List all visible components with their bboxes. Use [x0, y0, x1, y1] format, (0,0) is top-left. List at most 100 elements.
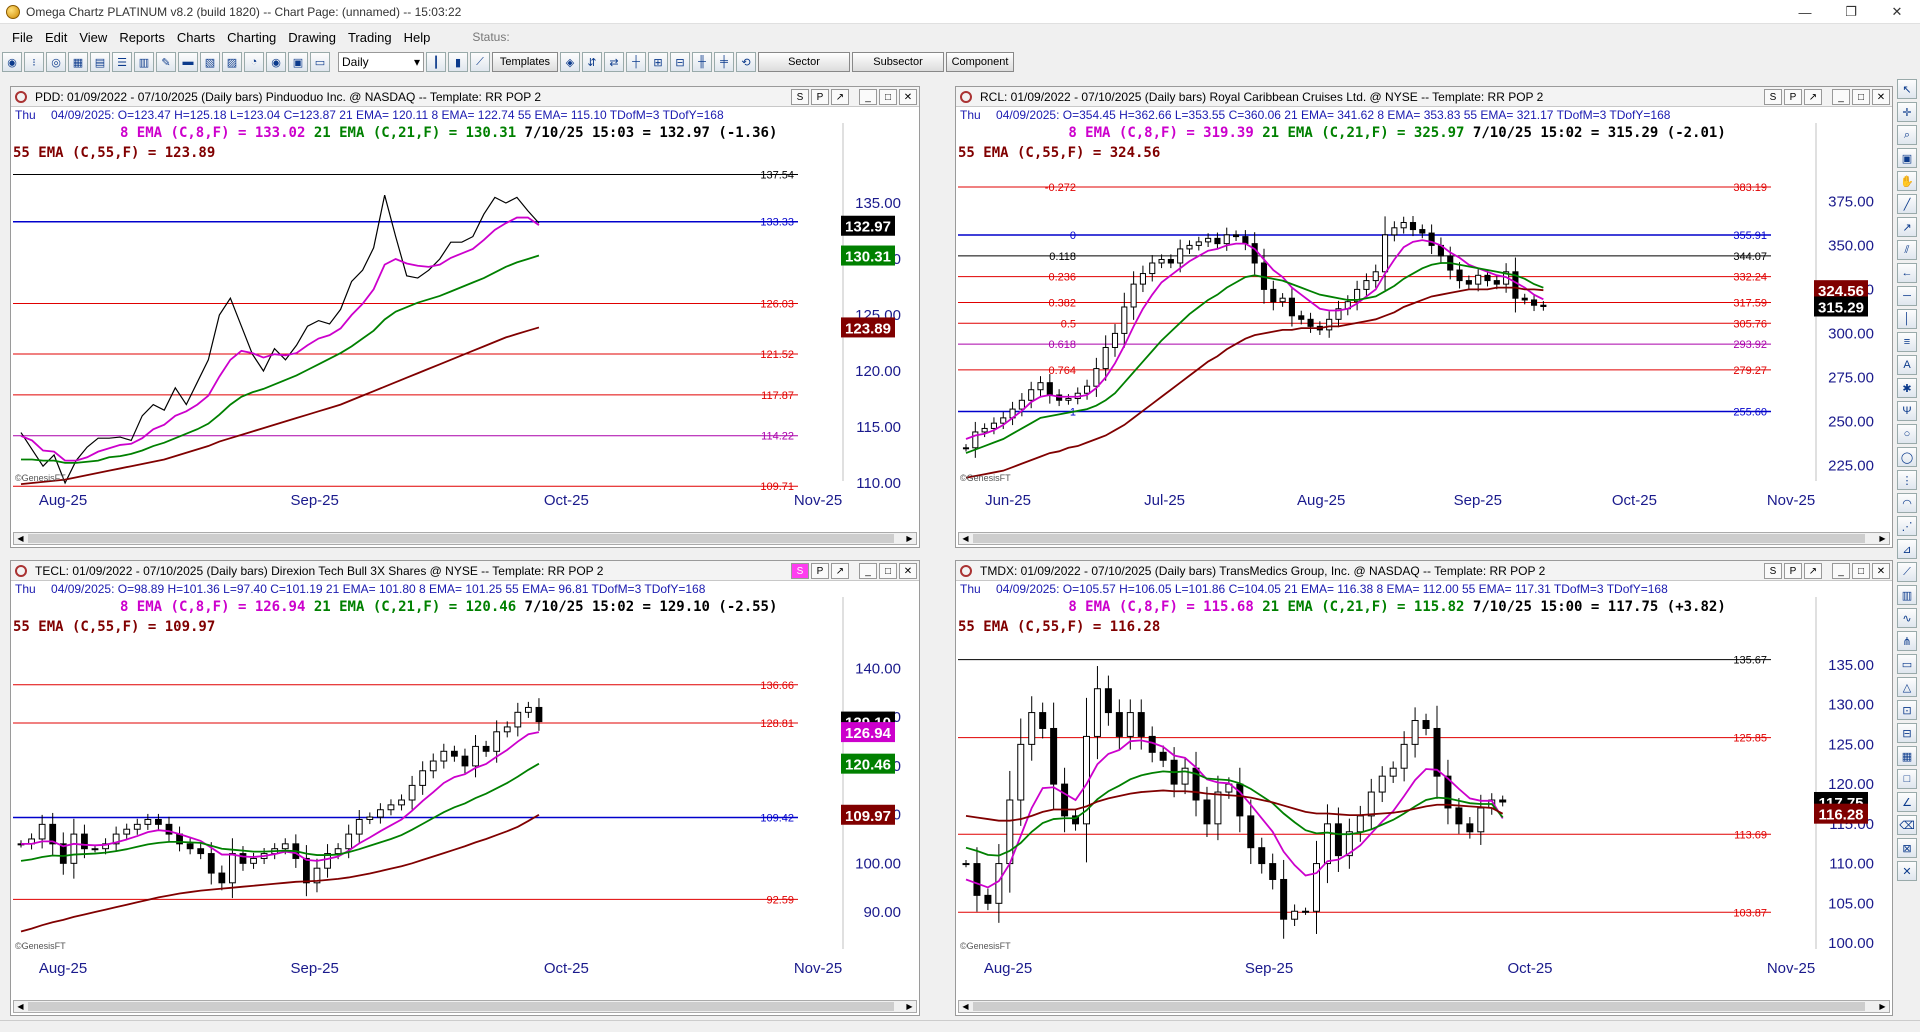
panel-link-button[interactable]: ↗ — [1804, 563, 1822, 579]
minimize-button[interactable]: — — [1782, 0, 1828, 24]
fib-icon[interactable]: ≡ — [1897, 332, 1917, 352]
price-chart[interactable]: 136.66 128.81 109.42 92.59 8 EMA (C,8,F) = 1… — [11, 597, 919, 979]
panel-close-button[interactable]: ✕ — [1872, 563, 1890, 579]
panel-minimize-button[interactable]: _ — [1832, 89, 1850, 105]
scrollbar-thumb[interactable] — [973, 1002, 1865, 1011]
panel-minimize-button[interactable]: _ — [1832, 563, 1850, 579]
globe-icon[interactable]: ◉ — [2, 52, 22, 72]
chart-panel-tmdx[interactable]: TMDX: 01/09/2022 - 07/10/2025 (Daily bar… — [955, 560, 1893, 1016]
zoom-in-icon[interactable]: ⊞ — [648, 52, 668, 72]
bullseye-icon[interactable]: ◉ — [266, 52, 286, 72]
menu-charts[interactable]: Charts — [171, 30, 221, 45]
list-icon[interactable]: ☰ — [112, 52, 132, 72]
fan-icon[interactable]: ⊿ — [1897, 539, 1917, 559]
panel-s-button[interactable]: S — [1764, 89, 1782, 105]
cycle-icon[interactable]: ⟲ — [736, 52, 756, 72]
ellipse-icon[interactable]: ◯ — [1897, 447, 1917, 467]
cycle-lines-icon[interactable]: ⋮ — [1897, 470, 1917, 490]
lock-icon[interactable]: ⊠ — [1897, 838, 1917, 858]
target-icon[interactable]: ◎ — [46, 52, 66, 72]
andrews-icon[interactable]: ⋔ — [1897, 631, 1917, 651]
scroll-right-icon[interactable]: ▶ — [1876, 1001, 1889, 1012]
magnifier-icon[interactable]: ⌕ — [1897, 125, 1917, 145]
menu-drawing[interactable]: Drawing — [282, 30, 342, 45]
grid-icon[interactable]: ▦ — [68, 52, 88, 72]
templates-button[interactable]: Templates — [492, 52, 558, 72]
scroll-right-icon[interactable]: ▶ — [903, 1001, 916, 1012]
delete-icon[interactable]: ✕ — [1897, 861, 1917, 881]
menu-trading[interactable]: Trading — [342, 30, 398, 45]
horizontal-scrollbar[interactable]: ◀ ▶ — [958, 532, 1890, 545]
camera-icon[interactable]: ▣ — [1897, 148, 1917, 168]
panel-p-button[interactable]: P — [1784, 89, 1802, 105]
panel-minimize-button[interactable]: _ — [859, 563, 877, 579]
measure-icon[interactable]: ┼ — [626, 52, 646, 72]
traffic-light-icon[interactable]: ⁝ — [24, 52, 44, 72]
printer-icon[interactable]: ▭ — [310, 52, 330, 72]
panel-maximize-button[interactable]: □ — [1852, 89, 1870, 105]
panel-link-button[interactable]: ↗ — [831, 89, 849, 105]
ruler-icon[interactable]: ▬ — [178, 52, 198, 72]
panel-s-button[interactable]: S — [1764, 563, 1782, 579]
horizontal-scrollbar[interactable]: ◀ ▶ — [958, 1000, 1890, 1013]
menu-view[interactable]: View — [73, 30, 113, 45]
scroll-left-icon[interactable]: ◀ — [14, 533, 27, 544]
close-button[interactable]: ✕ — [1874, 0, 1920, 24]
gann-icon[interactable]: ✱ — [1897, 378, 1917, 398]
panel-p-button[interactable]: P — [1784, 563, 1802, 579]
circle-icon[interactable]: ○ — [1897, 424, 1917, 444]
bar-pattern-icon[interactable]: ▥ — [1897, 585, 1917, 605]
sector-button[interactable]: Sector — [758, 52, 850, 72]
menu-charting[interactable]: Charting — [221, 30, 282, 45]
scrollbar-thumb[interactable] — [28, 534, 894, 543]
compare-icon[interactable]: ⇵ — [582, 52, 602, 72]
overlay-icon[interactable]: ⇄ — [604, 52, 624, 72]
panel-link-button[interactable]: ↗ — [831, 563, 849, 579]
rectangle-icon[interactable]: ▭ — [1897, 654, 1917, 674]
horizontal-line-icon[interactable]: ─ — [1897, 286, 1917, 306]
line-chart-icon[interactable]: ⟋ — [470, 52, 490, 72]
scan-icon[interactable]: ▧ — [200, 52, 220, 72]
channel-icon[interactable]: ⫽ — [1897, 240, 1917, 260]
triangle-icon[interactable]: △ — [1897, 677, 1917, 697]
scroll-left-icon[interactable]: ◀ — [959, 533, 972, 544]
pitchfork-icon[interactable]: Ψ — [1897, 401, 1917, 421]
label-icon[interactable]: ⊡ — [1897, 700, 1917, 720]
layers-icon[interactable]: ◈ — [560, 52, 580, 72]
chart-panel-tecl[interactable]: TECL: 01/09/2022 - 07/10/2025 (Daily bar… — [10, 560, 920, 1016]
panel-close-button[interactable]: ✕ — [899, 563, 917, 579]
scroll-left-icon[interactable]: ◀ — [959, 1001, 972, 1012]
candles-icon[interactable]: ▮ — [448, 52, 468, 72]
angle-icon[interactable]: ∠ — [1897, 792, 1917, 812]
pencil-icon[interactable]: ✎ — [156, 52, 176, 72]
ray-icon[interactable]: ↗ — [1897, 217, 1917, 237]
zoom-out-icon[interactable]: ⊟ — [670, 52, 690, 72]
chart-panel-pdd[interactable]: PDD: 01/09/2022 - 07/10/2025 (Daily bars… — [10, 86, 920, 548]
vertical-line-icon[interactable]: │ — [1897, 309, 1917, 329]
panel-maximize-button[interactable]: □ — [879, 563, 897, 579]
table-icon[interactable]: ▥ — [134, 52, 154, 72]
subsector-button[interactable]: Subsector — [852, 52, 944, 72]
pie-icon[interactable]: ◔ — [244, 52, 264, 72]
square-icon[interactable]: □ — [1897, 769, 1917, 789]
panel-p-button[interactable]: P — [811, 563, 829, 579]
horizontal-scrollbar[interactable]: ◀ ▶ — [13, 532, 917, 545]
panel-maximize-button[interactable]: □ — [879, 89, 897, 105]
split-horizontal-icon[interactable]: ╪ — [714, 52, 734, 72]
menu-reports[interactable]: Reports — [113, 30, 171, 45]
panel-p-button[interactable]: P — [811, 89, 829, 105]
horizontal-scrollbar[interactable]: ◀ ▶ — [13, 1000, 917, 1013]
panel-close-button[interactable]: ✕ — [899, 89, 917, 105]
component-button[interactable]: Component — [946, 52, 1014, 72]
menu-file[interactable]: File — [6, 30, 39, 45]
eraser-icon[interactable]: ⌫ — [1897, 815, 1917, 835]
grid-lines-icon[interactable]: ▦ — [1897, 746, 1917, 766]
menu-help[interactable]: Help — [398, 30, 437, 45]
split-icon[interactable]: ╫ — [692, 52, 712, 72]
scrollbar-thumb[interactable] — [973, 534, 1865, 543]
period-select[interactable]: Daily ▾ — [338, 52, 424, 72]
scroll-right-icon[interactable]: ▶ — [903, 533, 916, 544]
trendline-icon[interactable]: ╱ — [1897, 194, 1917, 214]
panel-s-button[interactable]: S — [791, 563, 809, 579]
arrow-left-icon[interactable]: ← — [1897, 263, 1917, 283]
